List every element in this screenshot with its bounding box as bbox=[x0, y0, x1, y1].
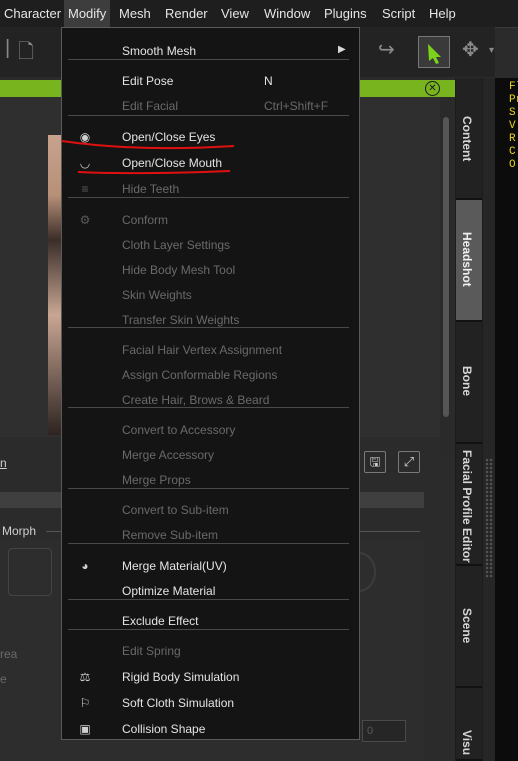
tab-facial-profile-editor[interactable]: Facial Profile Editor bbox=[456, 444, 482, 566]
modify-menu-dropdown: Smooth Mesh ▶ Edit Pose N Edit Facial Ctrl+Sh… bbox=[61, 27, 360, 740]
panel-splitter[interactable] bbox=[483, 78, 495, 761]
console-output: Fl Pr S V R C O bbox=[495, 78, 518, 761]
console-line: Pr bbox=[509, 94, 518, 106]
menu-item-label: Edit Pose bbox=[122, 74, 174, 88]
menu-help[interactable]: Help bbox=[425, 0, 460, 27]
menu-separator bbox=[68, 407, 349, 408]
menu-separator bbox=[68, 197, 349, 198]
menu-item-label: Assign Conformable Regions bbox=[122, 368, 278, 382]
conform-icon: ⚙ bbox=[79, 213, 91, 227]
redo-icon[interactable]: ↪ bbox=[378, 37, 395, 62]
console-line: Fl bbox=[509, 81, 518, 93]
file-icon[interactable]: 🗋 bbox=[18, 37, 34, 71]
menu-item-label: Create Hair, Brows & Beard bbox=[122, 393, 270, 407]
tab-scene-label: Scene bbox=[460, 608, 474, 644]
grip-dots bbox=[485, 458, 493, 578]
tab-facial-profile-editor-label: Facial Profile Editor bbox=[460, 450, 474, 563]
menu-separator bbox=[68, 488, 349, 489]
menu-character[interactable]: Character bbox=[0, 0, 65, 27]
collision-shape-icon: ▣ bbox=[79, 722, 91, 736]
menu-item-shortcut: N bbox=[264, 74, 273, 88]
menu-item-label: Merge Accessory bbox=[122, 448, 215, 462]
select-tool-button[interactable] bbox=[418, 36, 450, 68]
menu-item-label: Collision Shape bbox=[122, 722, 206, 736]
scrollbar-thumb[interactable] bbox=[443, 117, 449, 417]
divider-icon: | bbox=[5, 37, 11, 59]
menu-item-label: Hide Teeth bbox=[122, 182, 180, 196]
menu-window[interactable]: Window bbox=[260, 0, 314, 27]
tab-content[interactable]: Content bbox=[456, 78, 482, 200]
move-icon[interactable]: ✥ bbox=[462, 37, 479, 62]
teeth-icon: ≡ bbox=[81, 182, 89, 196]
menu-separator bbox=[68, 59, 349, 60]
menu-item-label: Convert to Accessory bbox=[122, 423, 236, 437]
tab-visual[interactable]: Visu bbox=[456, 688, 482, 761]
menu-separator bbox=[68, 629, 349, 630]
menu-render[interactable]: Render bbox=[161, 0, 212, 27]
tab-headshot[interactable]: Headshot bbox=[456, 200, 482, 322]
morph-thumbnail[interactable] bbox=[8, 548, 52, 596]
flag-icon: ⚐ bbox=[79, 696, 91, 710]
left-link-text[interactable]: n bbox=[0, 456, 7, 470]
console-line: R bbox=[509, 133, 516, 145]
menu-item-shortcut: Ctrl+Shift+F bbox=[264, 99, 329, 113]
close-icon[interactable]: ✕ bbox=[425, 81, 440, 96]
save-icon[interactable]: 🖫 bbox=[364, 451, 386, 473]
chevron-down-icon[interactable]: ▾ bbox=[489, 45, 494, 56]
submenu-arrow-icon: ▶ bbox=[338, 44, 346, 55]
console-line: O bbox=[509, 159, 516, 171]
console-line: S bbox=[509, 107, 516, 119]
tab-headshot-label: Headshot bbox=[460, 232, 474, 287]
console-line: V bbox=[509, 120, 516, 132]
menu-item-label: Smooth Mesh bbox=[122, 44, 197, 58]
console-line: C bbox=[509, 146, 516, 158]
menu-item-label: Skin Weights bbox=[122, 288, 192, 302]
menu-bar: Character Modify Mesh Render View Window… bbox=[0, 0, 518, 28]
menu-item-label: Open/Close Mouth bbox=[122, 156, 223, 170]
tab-visual-label: Visu bbox=[460, 730, 474, 756]
value-spinner[interactable]: 0 bbox=[362, 720, 406, 742]
vertical-scrollbar[interactable] bbox=[441, 97, 451, 457]
menu-plugins[interactable]: Plugins bbox=[320, 0, 371, 27]
menu-modify[interactable]: Modify bbox=[64, 0, 111, 27]
ghost-label-1: rea bbox=[0, 647, 18, 661]
menu-item-label: Hide Body Mesh Tool bbox=[122, 263, 236, 277]
menu-item-label: Optimize Material bbox=[122, 584, 216, 598]
merge-material-icon: ◕ bbox=[81, 559, 89, 573]
morph-section-label: Morph bbox=[2, 524, 37, 538]
menu-item-label: Open/Close Eyes bbox=[122, 130, 216, 144]
menu-separator bbox=[68, 599, 349, 600]
menu-item-label: Edit Facial bbox=[122, 99, 179, 113]
menu-item-label: Rigid Body Simulation bbox=[122, 670, 240, 684]
expand-icon[interactable]: ⤢ bbox=[398, 451, 420, 473]
ghost-label-2: e bbox=[0, 672, 7, 686]
eye-icon: ◉ bbox=[79, 130, 91, 144]
menu-item-label: Convert to Sub-item bbox=[122, 503, 229, 517]
menu-separator bbox=[68, 327, 349, 328]
menu-mesh[interactable]: Mesh bbox=[115, 0, 155, 27]
menu-item-label: Remove Sub-item bbox=[122, 528, 219, 542]
mouth-icon: ◡ bbox=[79, 156, 91, 170]
menu-item-label: Edit Spring bbox=[122, 644, 181, 658]
rigid-body-icon: ⚖ bbox=[79, 670, 91, 684]
menu-item-label: Merge Props bbox=[122, 473, 191, 487]
menu-separator bbox=[68, 115, 349, 116]
tab-content-label: Content bbox=[460, 116, 474, 162]
arrow-cursor-icon bbox=[428, 44, 441, 64]
menu-item-label: Soft Cloth Simulation bbox=[122, 696, 235, 710]
menu-item-label: Exclude Effect bbox=[122, 614, 199, 628]
menu-item-label: Conform bbox=[122, 213, 169, 227]
menu-script[interactable]: Script bbox=[378, 0, 419, 27]
menu-item-label: Cloth Layer Settings bbox=[122, 238, 231, 252]
tab-bone-label: Bone bbox=[460, 366, 474, 396]
menu-separator bbox=[68, 543, 349, 544]
menu-item-label: Facial Hair Vertex Assignment bbox=[122, 343, 283, 357]
menu-item-label: Merge Material(UV) bbox=[122, 559, 227, 573]
tab-bone[interactable]: Bone bbox=[456, 322, 482, 444]
menu-view[interactable]: View bbox=[217, 0, 253, 27]
side-tab-strip: Content Headshot Bone Facial Profile Edi… bbox=[455, 78, 483, 761]
menu-item-label: Transfer Skin Weights bbox=[122, 313, 240, 327]
tab-scene[interactable]: Scene bbox=[456, 566, 482, 688]
